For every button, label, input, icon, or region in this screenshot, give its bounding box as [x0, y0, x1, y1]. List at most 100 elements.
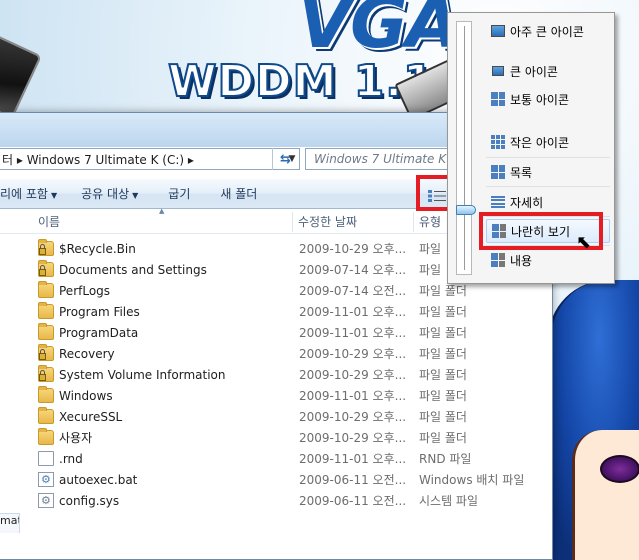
file-name: System Volume Information [59, 367, 226, 382]
file-date: 2009-11-01 오후... [299, 389, 407, 403]
file-date: 2009-10-29 오후... [299, 431, 407, 445]
file-name: $Recycle.Bin [59, 241, 136, 256]
menu-item-extra-large-icons[interactable]: 아주 큰 아이콘 [486, 19, 610, 43]
file-date: 2009-11-01 오후... [299, 452, 407, 466]
column-divider[interactable] [292, 212, 293, 232]
file-row[interactable]: System Volume Information 2009-10-29 오후.… [0, 364, 552, 385]
file-name: autoexec.bat [59, 472, 138, 487]
file-type: 파일 [419, 242, 442, 256]
file-type: 파일 폴더 [419, 326, 467, 340]
file-name: Program Files [59, 304, 140, 319]
file-row[interactable]: Recovery 2009-10-29 오후... 파일 폴더 [0, 343, 552, 364]
file-date: 2009-11-01 오후... [299, 326, 407, 340]
file-date: 2009-06-11 오전... [299, 473, 407, 487]
menu-item-small-icons[interactable]: 작은 아이콘 [486, 130, 610, 154]
file-type: 시스템 파일 [419, 494, 479, 508]
slider-thumb[interactable] [456, 205, 476, 215]
file-name: XecureSSL [59, 409, 123, 424]
file-row[interactable]: 사용자 2009-10-29 오후... 파일 폴더 [0, 427, 552, 448]
mouse-pointer-icon: ⬉ [576, 232, 592, 253]
batch-file-icon [38, 472, 54, 487]
view-options-icon [428, 190, 446, 202]
menu-item-label: 자세히 [510, 195, 544, 210]
file-name: Documents and Settings [59, 262, 207, 277]
folder-icon [38, 428, 54, 445]
file-row[interactable]: .rnd 2009-11-01 오후... RND 파일 [0, 448, 552, 469]
file-date: 2009-07-14 오후... [299, 263, 407, 277]
file-row[interactable]: XecureSSL 2009-10-29 오후... 파일 폴더 [0, 406, 552, 427]
file-row[interactable]: config.sys 2009-06-11 오전... 시스템 파일 [0, 490, 552, 511]
menu-separator [486, 245, 610, 246]
address-path[interactable]: 터 ▸ Windows 7 Ultimate K (C:) ▸ [2, 151, 285, 168]
file-row[interactable]: autoexec.bat 2009-06-11 오전... Windows 배치… [0, 469, 552, 490]
menu-item-label: 아주 큰 아이콘 [510, 24, 584, 39]
wallpaper-anime-eye [600, 455, 639, 483]
file-type: 파일 폴더 [419, 410, 467, 424]
file-type: 파일 폴더 [419, 389, 467, 403]
menu-separator [486, 157, 610, 158]
column-header-date[interactable]: 수정한 날짜 [298, 213, 357, 230]
menu-item-list[interactable]: 목록 [486, 160, 610, 184]
refresh-icon: ⇆ [280, 151, 291, 167]
wallpaper-anime-face [572, 430, 639, 560]
column-divider[interactable] [413, 212, 414, 232]
medium-icons-icon [490, 91, 506, 107]
column-header-name[interactable]: 이름 [38, 213, 60, 230]
file-type: 파일 [419, 263, 442, 277]
file-name: 사용자 [59, 431, 93, 445]
include-in-library-menu[interactable]: 리에 포함 ▼ [0, 185, 67, 202]
folder-icon [38, 407, 54, 424]
tiles-view-icon [491, 223, 507, 239]
file-type: Windows 배치 파일 [419, 473, 525, 487]
file-name: PerfLogs [59, 283, 111, 298]
file-name: ProgramData [59, 325, 139, 340]
view-slider[interactable] [456, 21, 476, 275]
navigation-pane-item[interactable]: mate [0, 513, 20, 533]
small-icons-icon [490, 134, 506, 150]
slider-track-line [464, 26, 465, 270]
file-row[interactable]: Program Files 2009-11-01 오후... 파일 폴더 [0, 301, 552, 322]
address-bar[interactable]: 터 ▸ Windows 7 Ultimate K (C:) ▸ ▼ [0, 148, 300, 170]
menu-separator [486, 186, 610, 187]
menu-item-label: 큰 아이콘 [510, 64, 558, 79]
new-folder-button[interactable]: 새 폴더 [200, 185, 267, 202]
column-header-type[interactable]: 유형 [419, 213, 441, 230]
file-row[interactable]: Windows 2009-11-01 오후... 파일 폴더 [0, 385, 552, 406]
lock-icon [39, 370, 46, 381]
file-date: 2009-07-14 오전... [299, 284, 407, 298]
file-date: 2009-06-11 오전... [299, 494, 407, 508]
file-date: 2009-10-29 오후... [299, 368, 407, 382]
menu-item-label: 보통 아이콘 [510, 92, 570, 107]
refresh-button[interactable]: ⇆ [272, 148, 298, 170]
file-name: Windows [59, 388, 113, 403]
burn-button[interactable]: 굽기 [148, 185, 200, 202]
menu-item-content[interactable]: 내용 [486, 248, 610, 272]
menu-item-medium-icons[interactable]: 보통 아이콘 [486, 87, 610, 111]
file-type: 파일 폴더 [419, 347, 467, 361]
file-name: .rnd [59, 451, 83, 466]
share-with-menu[interactable]: 공유 대상 ▼ [67, 185, 148, 202]
sort-caret-icon: ▲ [159, 207, 165, 215]
lock-icon [39, 265, 46, 276]
file-row[interactable]: ProgramData 2009-11-01 오후... 파일 폴더 [0, 322, 552, 343]
document-icon [38, 451, 54, 466]
list-view-icon [490, 164, 506, 180]
file-name: Recovery [59, 346, 115, 361]
include-in-library-label: 리에 포함 [0, 187, 48, 201]
caret-down-icon: ▼ [132, 191, 139, 200]
menu-item-tiles[interactable]: 나란히 보기 [486, 219, 610, 243]
file-name: config.sys [59, 493, 120, 508]
menu-separator [486, 216, 610, 217]
menu-item-label: 내용 [510, 253, 533, 268]
menu-item-details[interactable]: 자세히 [486, 190, 610, 214]
details-view-icon [490, 194, 506, 210]
folder-icon [38, 302, 54, 319]
file-type: 파일 폴더 [419, 431, 467, 445]
caret-down-icon: ▼ [50, 191, 58, 200]
menu-item-large-icons[interactable]: 큰 아이콘 [486, 59, 610, 83]
wallpaper-wddm-logo: WDDM 1.1 [167, 55, 435, 108]
file-date: 2009-10-29 오후... [299, 242, 407, 256]
locked-folder-icon [38, 260, 54, 277]
locked-folder-icon [38, 239, 54, 256]
locked-folder-icon [38, 365, 54, 382]
